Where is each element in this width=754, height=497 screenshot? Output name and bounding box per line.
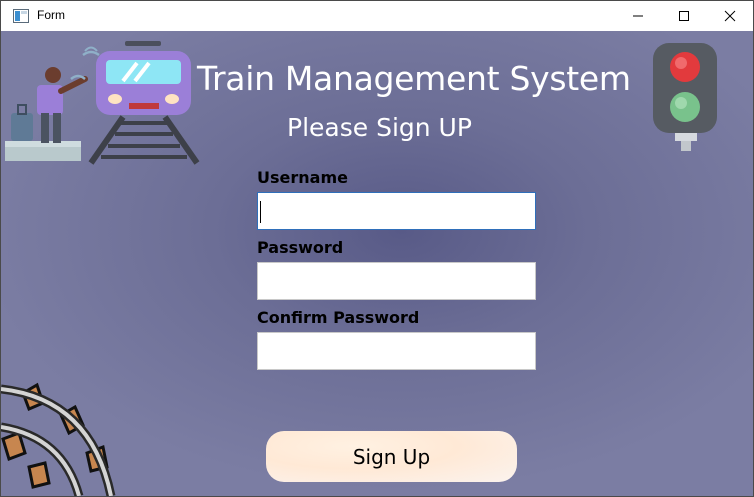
page-title: Train Management System <box>197 59 631 98</box>
text-caret <box>260 201 261 223</box>
traveler-and-train-icon <box>5 41 200 165</box>
traffic-light-icon <box>653 43 717 151</box>
page-subtitle: Please Sign UP <box>287 113 472 142</box>
form-client-area: Train Management System Please Sign UP U… <box>1 31 753 496</box>
password-field[interactable] <box>257 262 536 300</box>
close-icon <box>724 10 736 22</box>
form-window: Form Train Management System Please Sign… <box>0 0 754 497</box>
password-label: Password <box>257 238 344 257</box>
app-icon <box>13 9 29 23</box>
minimize-icon <box>633 15 643 17</box>
title-bar[interactable]: Form <box>1 1 753 31</box>
curved-rail-track-icon <box>1 382 116 496</box>
confirm-password-field[interactable] <box>257 332 536 370</box>
minimize-button[interactable] <box>615 1 661 31</box>
maximize-icon <box>679 11 689 21</box>
confirm-password-label: Confirm Password <box>257 308 420 327</box>
username-field[interactable] <box>257 192 536 230</box>
maximize-button[interactable] <box>661 1 707 31</box>
close-button[interactable] <box>707 1 753 31</box>
sign-up-button[interactable]: Sign Up <box>266 431 517 482</box>
username-label: Username <box>257 168 348 187</box>
window-title: Form <box>37 8 65 22</box>
